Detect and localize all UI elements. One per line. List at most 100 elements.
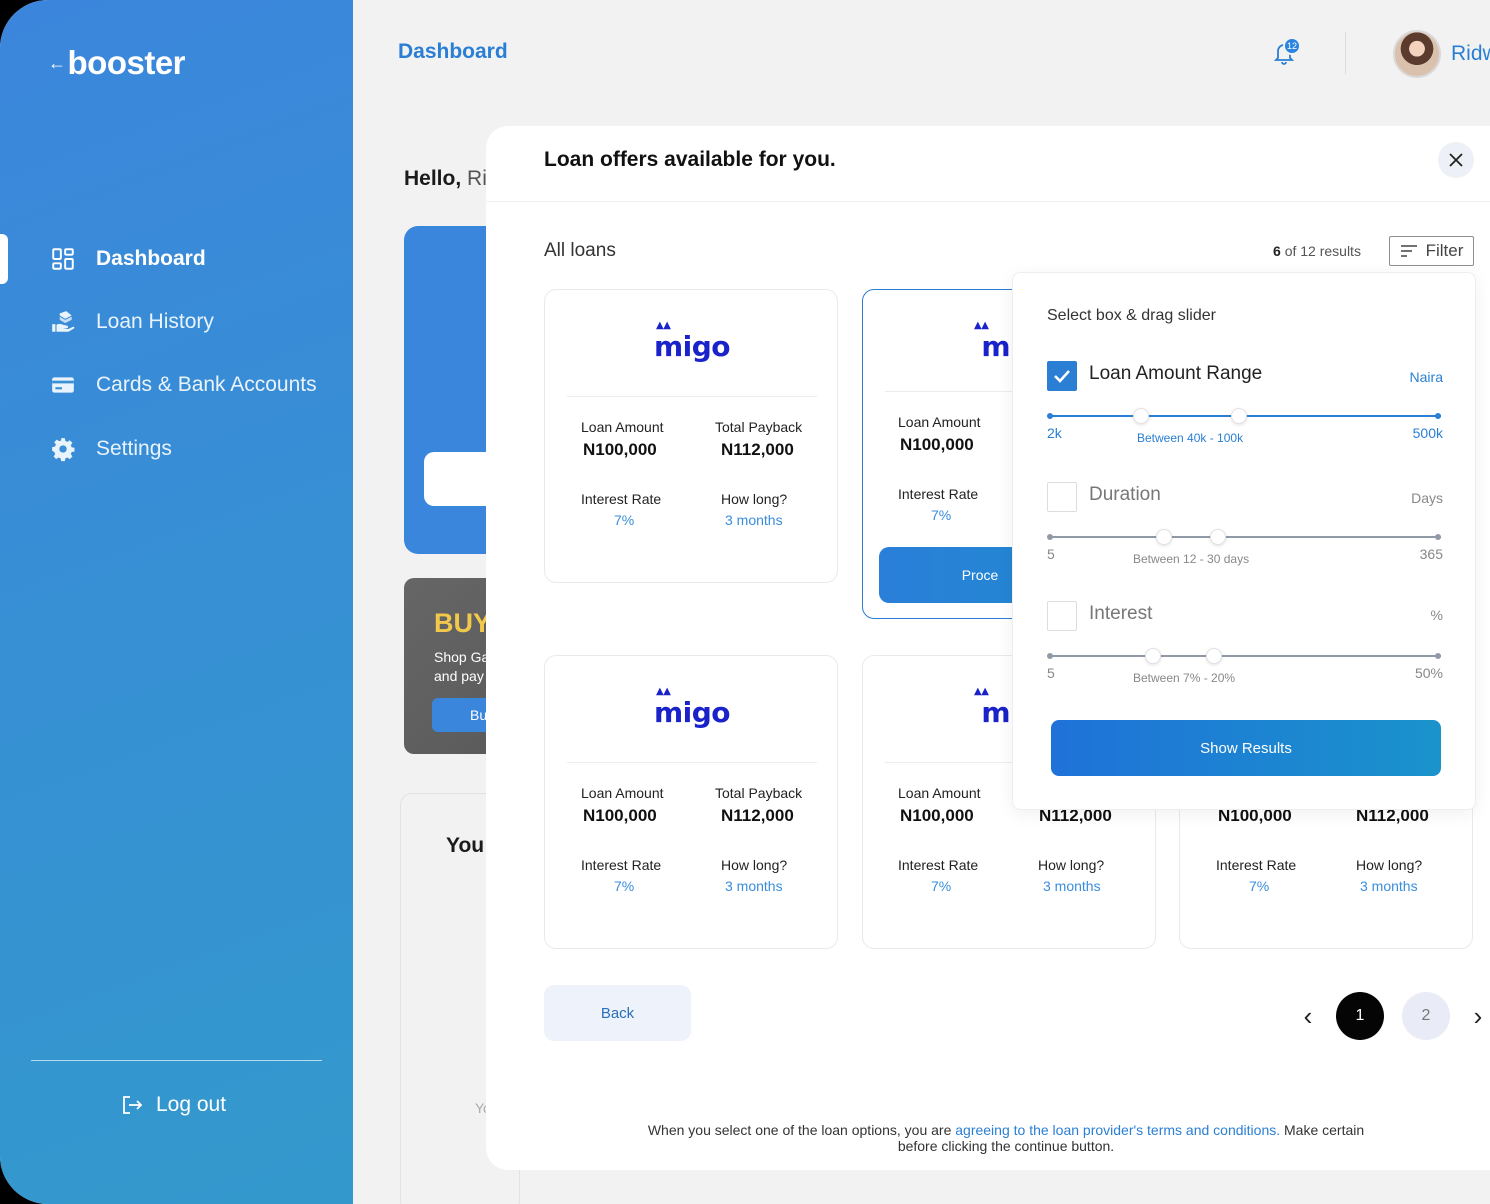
interest-slider-handle-max[interactable] <box>1206 648 1222 664</box>
provider-name: migo <box>653 696 731 729</box>
interest-max: 50% <box>1414 665 1443 681</box>
sidebar-item-label: Cards & Bank Accounts <box>96 373 317 396</box>
interest-rate-value: 7% <box>931 878 952 894</box>
duration-value: 3 months <box>1360 878 1418 894</box>
logout-label: Log out <box>156 1093 227 1116</box>
loan-card[interactable]: ▲▲ migo Loan Amount N100,000 Total Paybac… <box>544 289 838 583</box>
header-divider <box>1345 32 1346 74</box>
interest-rate-value: 7% <box>931 507 952 523</box>
modal-divider <box>486 201 1490 202</box>
greeting: Hello, Ri <box>404 167 487 191</box>
migo-dots-icon: ▲▲ <box>974 686 989 697</box>
section-label: All loans <box>544 240 616 261</box>
filter-title: Select box & drag slider <box>1047 307 1216 324</box>
chevron-right-icon[interactable]: › <box>1468 1001 1488 1032</box>
page-button-2[interactable]: 2 <box>1402 992 1450 1040</box>
slider-max-dot <box>1435 534 1441 540</box>
sidebar-divider <box>31 1060 322 1061</box>
brand-logo[interactable]: ← booster <box>48 44 186 82</box>
sidebar-item-label: Dashboard <box>96 247 206 270</box>
duration-slider-handle-max[interactable] <box>1210 529 1226 545</box>
results-count: 6 of 12 results <box>1273 243 1361 259</box>
interest-rate-value: 7% <box>614 878 635 894</box>
promo-text-line: Shop Ga <box>434 649 490 665</box>
interest-rate-label: Interest Rate <box>581 491 662 507</box>
user-name[interactable]: Ridw <box>1451 42 1490 66</box>
pagination: ‹ 1 2 › <box>1298 992 1488 1040</box>
duration-value: 3 months <box>725 878 783 894</box>
slider-min-dot <box>1047 653 1053 659</box>
loan-amount-label: Loan Amount Range <box>1089 363 1263 384</box>
card-icon <box>52 377 74 393</box>
payback-value: N112,000 <box>721 440 794 459</box>
duration-slider-handle-min[interactable] <box>1156 529 1172 545</box>
loan-amount-max: 500k <box>1412 425 1443 441</box>
grid-icon <box>52 248 74 270</box>
loan-amount-value: N100,000 <box>900 806 974 825</box>
interest-min: 5 <box>1047 665 1055 681</box>
sidebar-item-cards[interactable]: Cards & Bank Accounts <box>50 372 317 398</box>
slider-min-dot <box>1047 413 1053 419</box>
interest-slider-track[interactable] <box>1049 655 1441 657</box>
migo-dots-icon: ▲▲ <box>974 320 989 331</box>
app-frame: ← booster Dashboard Loan History Cards & <box>0 0 1490 1204</box>
logout-button[interactable]: Log out <box>120 1093 226 1117</box>
duration-max: 365 <box>1419 546 1443 562</box>
sidebar-item-label: Settings <box>96 437 172 460</box>
loan-amount-min: 2k <box>1047 425 1062 441</box>
loan-amount-slider-handle-min[interactable] <box>1133 408 1149 424</box>
sidebar-item-loan-history[interactable]: Loan History <box>50 309 214 335</box>
duration-value: 3 months <box>1043 878 1101 894</box>
interest-rate-label: Interest Rate <box>581 857 662 873</box>
slider-max-dot <box>1435 653 1441 659</box>
loan-amount-label: Loan Amount <box>898 414 981 430</box>
duration-checkbox[interactable] <box>1047 482 1077 512</box>
interest-rate-value: 7% <box>1249 878 1270 894</box>
filter-icon <box>1400 245 1417 257</box>
filter-interest: Interest % 5 Between 7% - 20% 50% <box>1047 601 1443 691</box>
sidebar-item-settings[interactable]: Settings <box>50 436 172 462</box>
terms-text: When you select one of the loan options,… <box>647 1122 952 1138</box>
terms-link[interactable]: agreeing to the loan provider's terms an… <box>955 1122 1280 1138</box>
money-hand-icon <box>52 311 75 332</box>
interest-rate-label: Interest Rate <box>898 486 979 502</box>
filter-button[interactable]: Filter <box>1389 236 1474 266</box>
panel-title: You <box>446 834 485 857</box>
sidebar-item-dashboard[interactable]: Dashboard <box>50 246 206 272</box>
close-button[interactable] <box>1438 142 1474 178</box>
filter-label: Filter <box>1425 241 1464 260</box>
chevron-left-icon[interactable]: ‹ <box>1298 1001 1318 1032</box>
card-divider <box>567 396 817 397</box>
show-results-button[interactable]: Show Results <box>1051 720 1441 776</box>
provider-logo: ▲▲ migo <box>545 686 839 729</box>
duration-slider-track[interactable] <box>1049 536 1441 538</box>
loan-amount-value: N100,000 <box>583 440 657 459</box>
page-button-1[interactable]: 1 <box>1336 992 1384 1040</box>
duration-label: Duration <box>1089 484 1161 505</box>
notification-badge: 12 <box>1283 37 1301 55</box>
slider-min-dot <box>1047 534 1053 540</box>
modal-title: Loan offers available for you. <box>544 148 836 171</box>
loan-amount-value: N100,000 <box>583 806 657 825</box>
sidebar: ← booster Dashboard Loan History Cards & <box>0 0 353 1204</box>
back-button[interactable]: Back <box>544 985 691 1041</box>
loan-amount-slider-handle-max[interactable] <box>1231 408 1247 424</box>
filter-popover: Select box & drag slider Loan Amount Ran… <box>1012 272 1476 810</box>
promo-text: Shop Ga and pay <box>434 648 489 686</box>
page-title: Dashboard <box>398 40 508 63</box>
provider-logo: ▲▲ migo <box>545 320 839 363</box>
promo-title: BUY <box>434 608 492 638</box>
greeting-name: Ri <box>467 167 487 190</box>
filter-duration: Duration Days 5 Between 12 - 30 days 365 <box>1047 482 1443 572</box>
loan-amount-checkbox[interactable] <box>1047 361 1077 391</box>
interest-label: Interest <box>1089 603 1153 624</box>
interest-unit: % <box>1430 607 1443 623</box>
interest-slider-handle-min[interactable] <box>1145 648 1161 664</box>
interest-checkbox[interactable] <box>1047 601 1077 631</box>
duration-label: How long? <box>1356 857 1423 873</box>
duration-label: How long? <box>1038 857 1105 873</box>
avatar[interactable] <box>1393 30 1441 78</box>
provider-name: migo <box>653 330 731 363</box>
loan-card[interactable]: ▲▲ migo Loan Amount N100,000 Total Paybac… <box>544 655 838 949</box>
interest-rate-label: Interest Rate <box>898 857 979 873</box>
